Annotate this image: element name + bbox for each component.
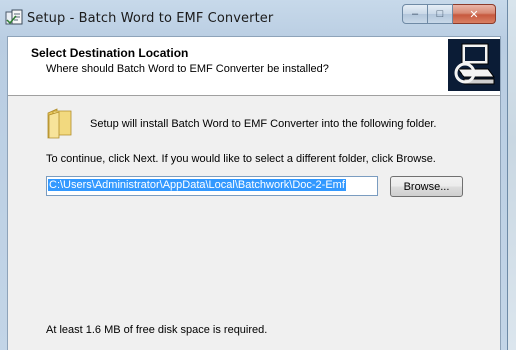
install-location-text: Setup will install Batch Word to EMF Con… bbox=[90, 118, 437, 130]
setup-app-icon bbox=[5, 9, 23, 25]
window-title: Setup - Batch Word to EMF Converter bbox=[27, 11, 274, 26]
wizard-header: Select Destination Location Where should… bbox=[8, 37, 500, 96]
instruction-text: To continue, click Next. If you would li… bbox=[46, 153, 436, 165]
maximize-button[interactable]: □ bbox=[428, 4, 453, 24]
title-bar[interactable]: Setup - Batch Word to EMF Converter – □ … bbox=[0, 0, 508, 36]
destination-path-input[interactable]: C:\Users\Administrator\AppData\Local\Bat… bbox=[46, 176, 378, 196]
setup-window: Setup - Batch Word to EMF Converter – □ … bbox=[0, 0, 508, 350]
wizard-client-area: Select Destination Location Where should… bbox=[7, 36, 501, 350]
minimize-icon: – bbox=[411, 8, 419, 20]
page-title: Select Destination Location bbox=[31, 46, 189, 60]
computer-disk-icon bbox=[448, 39, 500, 91]
destination-path-value: C:\Users\Administrator\AppData\Local\Bat… bbox=[48, 179, 346, 191]
desktop-background bbox=[508, 0, 516, 350]
minimize-button[interactable]: – bbox=[402, 4, 428, 24]
browse-button[interactable]: Browse... bbox=[390, 176, 463, 197]
page-subtitle: Where should Batch Word to EMF Converter… bbox=[46, 63, 329, 75]
disk-space-text: At least 1.6 MB of free disk space is re… bbox=[46, 324, 268, 336]
caption-buttons: – □ ✕ bbox=[402, 4, 496, 25]
close-button[interactable]: ✕ bbox=[453, 4, 496, 24]
maximize-icon: □ bbox=[436, 8, 444, 20]
folder-icon bbox=[47, 108, 72, 139]
close-icon: ✕ bbox=[469, 8, 479, 21]
